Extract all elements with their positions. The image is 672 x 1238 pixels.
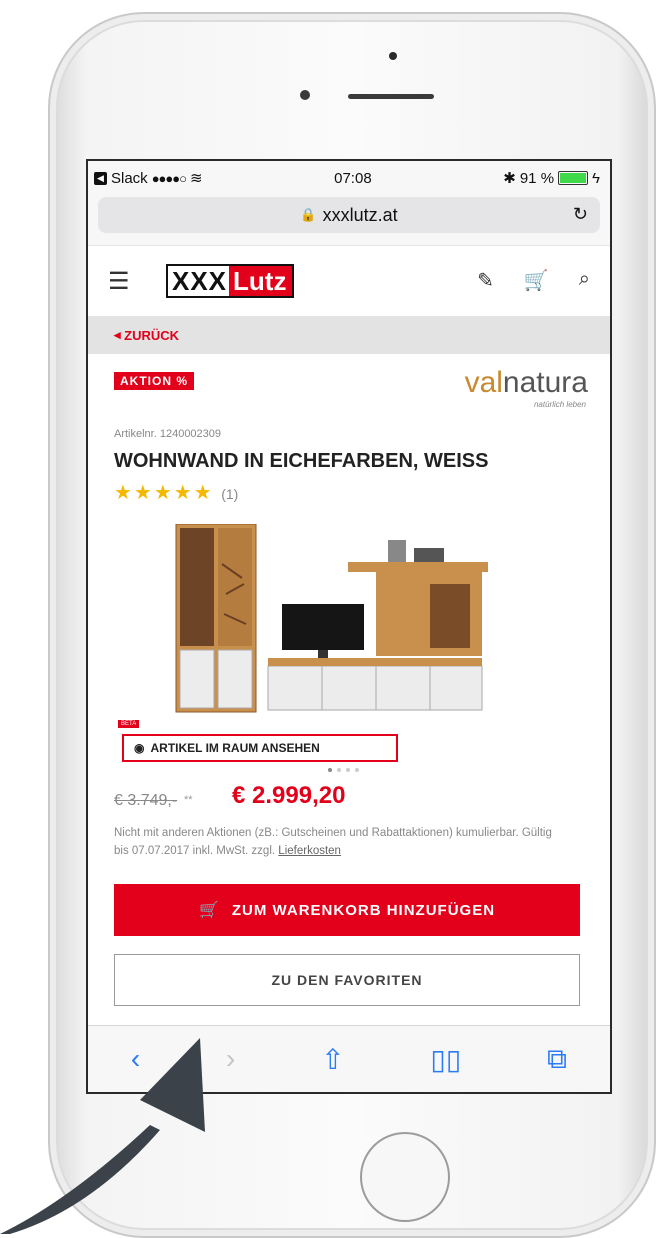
- review-count: (1): [221, 486, 239, 502]
- reload-icon[interactable]: ↻: [573, 204, 588, 225]
- logo-text-lutz: Lutz: [229, 266, 293, 296]
- old-price: € 3.749,-: [114, 792, 178, 809]
- phone-screen: ◀ Slack ●●●●○ ≋ 07:08 ✱ 91 % ϟ 🔒 xxxlutz…: [86, 159, 612, 1094]
- brand-logo: valnatura: [464, 366, 588, 399]
- front-camera: [300, 90, 310, 100]
- address-bar[interactable]: 🔒 xxxlutz.at ↻: [98, 197, 600, 233]
- status-bar: ◀ Slack ●●●●○ ≋ 07:08 ✱ 91 % ϟ: [88, 161, 610, 195]
- rating-stars[interactable]: ★★★★★ (1): [114, 480, 238, 505]
- search-icon[interactable]: ⌕: [579, 268, 590, 293]
- back-link[interactable]: ZURÜCK: [124, 328, 179, 343]
- earpiece-speaker: [348, 94, 434, 99]
- charging-icon: ϟ: [592, 169, 600, 187]
- wifi-icon: ≋: [189, 170, 203, 187]
- status-app-name[interactable]: Slack: [111, 170, 148, 187]
- add-to-favorites-button[interactable]: ZU DEN FAVORITEN: [114, 954, 580, 1006]
- shipping-cost-link[interactable]: Lieferkosten: [278, 845, 341, 857]
- brand-tagline: natürlich leben: [533, 400, 586, 409]
- address-bar-area: 🔒 xxxlutz.at ↻: [88, 195, 610, 245]
- add-to-cart-label: ZUM WARENKORB HINZUFÜGEN: [231, 901, 496, 919]
- view-in-room-button[interactable]: ◉ ARTIKEL IM RAUM ANSEHEN: [122, 734, 398, 762]
- back-chevron-icon: ◂: [114, 327, 125, 342]
- share-icon[interactable]: ⇧: [321, 1043, 344, 1076]
- back-to-app-icon[interactable]: ◀: [94, 171, 107, 185]
- camera-dot: [389, 52, 397, 60]
- home-button[interactable]: [360, 1132, 450, 1222]
- price-footnote-marker: **: [184, 794, 193, 806]
- product-image[interactable]: [114, 524, 584, 734]
- annotation-arrow: [0, 1038, 205, 1234]
- add-to-cart-button[interactable]: 🛒 ZUM WARENKORB HINZUFÜGEN: [114, 884, 580, 936]
- favorites-label: ZU DEN FAVORITEN: [271, 972, 423, 988]
- lock-icon: 🔒: [300, 207, 317, 222]
- site-logo[interactable]: XXX Lutz: [166, 264, 295, 298]
- beta-badge: BETA: [118, 720, 140, 728]
- url-text: xxxlutz.at: [322, 204, 398, 225]
- cart-icon: 🛒: [198, 902, 220, 919]
- battery-icon: [558, 171, 589, 185]
- ar-eye-icon: ◉: [134, 741, 145, 755]
- back-bar[interactable]: ◂ ZURÜCK: [88, 316, 610, 354]
- promo-badge: AKTION %: [114, 372, 194, 390]
- menu-icon[interactable]: ☰: [108, 267, 138, 296]
- cart-icon[interactable]: 🛒: [524, 268, 549, 293]
- tabs-icon[interactable]: ⧉: [547, 1043, 567, 1076]
- bookmarks-icon[interactable]: ▯▯: [430, 1043, 461, 1076]
- logo-text-xxx: XXX: [168, 266, 230, 296]
- article-number: Artikelnr. 1240002309: [114, 428, 222, 440]
- view-in-room-label: ARTIKEL IM RAUM ANSEHEN: [150, 741, 320, 755]
- signal-icon: ●●●●○: [151, 170, 187, 186]
- product-title: WOHNWAND IN EICHEFARBEN, WEISS: [114, 450, 489, 472]
- status-time: 07:08: [334, 169, 372, 187]
- site-header: ☰ XXX Lutz ✎ 🛒 ⌕: [88, 245, 610, 316]
- price-note: Nicht mit anderen Aktionen (zB.: Gutsche…: [114, 827, 552, 857]
- current-price: € 2.999,20: [232, 782, 346, 809]
- image-pager[interactable]: [328, 768, 359, 772]
- battery-percent: 91 %: [519, 169, 555, 187]
- bluetooth-icon: ✱: [503, 170, 516, 187]
- notepad-icon[interactable]: ✎: [477, 268, 494, 293]
